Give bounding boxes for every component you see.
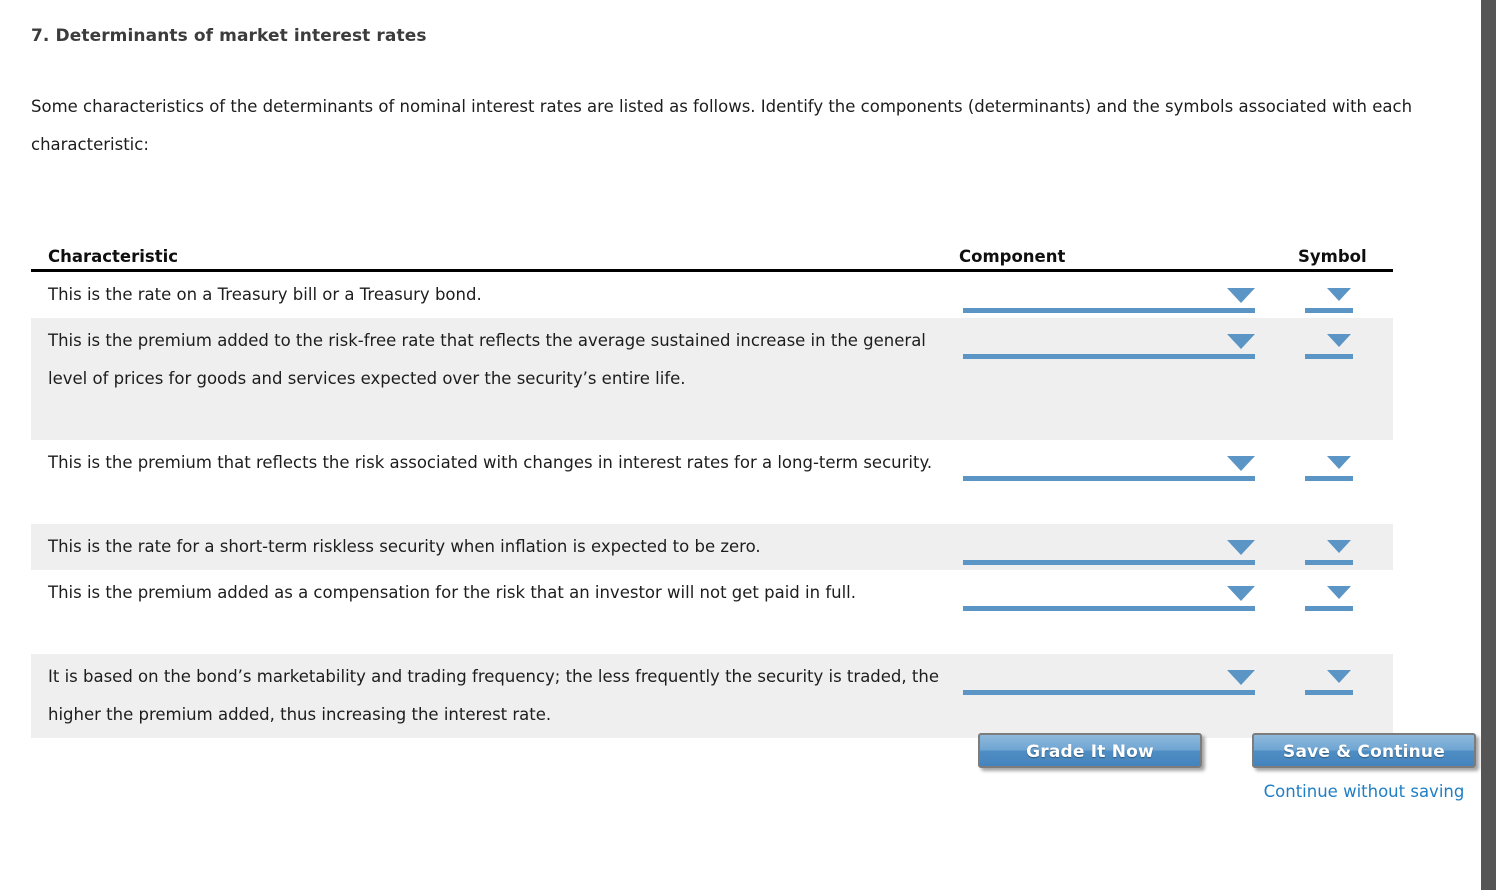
- page-content: 7. Determinants of market interest rates…: [0, 0, 1481, 890]
- component-dropdown[interactable]: [963, 667, 1255, 695]
- continue-without-saving-link[interactable]: Continue without saving: [1252, 782, 1476, 801]
- dropdown-underline: [963, 476, 1255, 481]
- chevron-down-icon[interactable]: [1227, 334, 1255, 349]
- chevron-down-icon[interactable]: [1227, 540, 1255, 555]
- dropdown-underline: [963, 308, 1255, 313]
- table-body: This is the rate on a Treasury bill or a…: [31, 272, 1393, 738]
- chevron-down-icon[interactable]: [1327, 334, 1351, 347]
- table-row: This is the premium that reflects the ri…: [31, 440, 1393, 524]
- component-dropdown[interactable]: [963, 331, 1255, 359]
- chevron-down-icon[interactable]: [1327, 670, 1351, 683]
- component-dropdown[interactable]: [963, 285, 1255, 313]
- dropdown-underline: [1305, 560, 1353, 565]
- characteristic-text: It is based on the bond’s marketability …: [48, 667, 939, 724]
- table-row: This is the premium added to the risk-fr…: [31, 318, 1393, 440]
- characteristic-text: This is the premium added to the risk-fr…: [48, 331, 926, 388]
- table-header-row: Characteristic Component Symbol: [31, 238, 1393, 272]
- chevron-down-icon[interactable]: [1327, 456, 1351, 469]
- chevron-down-icon[interactable]: [1227, 670, 1255, 685]
- grade-it-now-button[interactable]: Grade It Now: [978, 733, 1202, 768]
- symbol-dropdown[interactable]: [1305, 285, 1353, 313]
- dropdown-underline: [963, 606, 1255, 611]
- table-row: This is the rate on a Treasury bill or a…: [31, 272, 1393, 318]
- symbol-dropdown[interactable]: [1305, 537, 1353, 565]
- dropdown-underline: [1305, 476, 1353, 481]
- dropdown-underline: [1305, 606, 1353, 611]
- chevron-down-icon[interactable]: [1327, 288, 1351, 301]
- dropdown-underline: [1305, 308, 1353, 313]
- table-row: This is the premium added as a compensat…: [31, 570, 1393, 654]
- save-and-continue-button[interactable]: Save & Continue: [1252, 733, 1476, 768]
- chevron-down-icon[interactable]: [1227, 586, 1255, 601]
- dropdown-underline: [963, 560, 1255, 565]
- question-intro-text: Some characteristics of the determinants…: [31, 97, 1413, 154]
- page-title: 7. Determinants of market interest rates: [31, 26, 427, 46]
- symbol-dropdown[interactable]: [1305, 583, 1353, 611]
- characteristic-text: This is the premium that reflects the ri…: [48, 453, 933, 472]
- column-header-characteristic: Characteristic: [48, 247, 179, 266]
- column-header-component: Component: [959, 247, 1066, 266]
- determinants-table: Characteristic Component Symbol This is …: [31, 238, 1393, 738]
- chevron-down-icon[interactable]: [1327, 586, 1351, 599]
- characteristic-text: This is the premium added as a compensat…: [48, 583, 856, 602]
- dropdown-underline: [1305, 690, 1353, 695]
- chevron-down-icon[interactable]: [1227, 456, 1255, 471]
- table-row: This is the rate for a short-term riskle…: [31, 524, 1393, 570]
- table-row: It is based on the bond’s marketability …: [31, 654, 1393, 738]
- chevron-down-icon[interactable]: [1227, 288, 1255, 303]
- symbol-dropdown[interactable]: [1305, 331, 1353, 359]
- chevron-down-icon[interactable]: [1327, 540, 1351, 553]
- dropdown-underline: [963, 354, 1255, 359]
- component-dropdown[interactable]: [963, 583, 1255, 611]
- dropdown-underline: [963, 690, 1255, 695]
- dropdown-underline: [1305, 354, 1353, 359]
- symbol-dropdown[interactable]: [1305, 453, 1353, 481]
- column-header-symbol: Symbol: [1298, 247, 1367, 266]
- characteristic-text: This is the rate on a Treasury bill or a…: [48, 285, 482, 304]
- characteristic-text: This is the rate for a short-term riskle…: [48, 537, 761, 556]
- symbol-dropdown[interactable]: [1305, 667, 1353, 695]
- component-dropdown[interactable]: [963, 453, 1255, 481]
- component-dropdown[interactable]: [963, 537, 1255, 565]
- window-right-gutter: [1481, 0, 1496, 890]
